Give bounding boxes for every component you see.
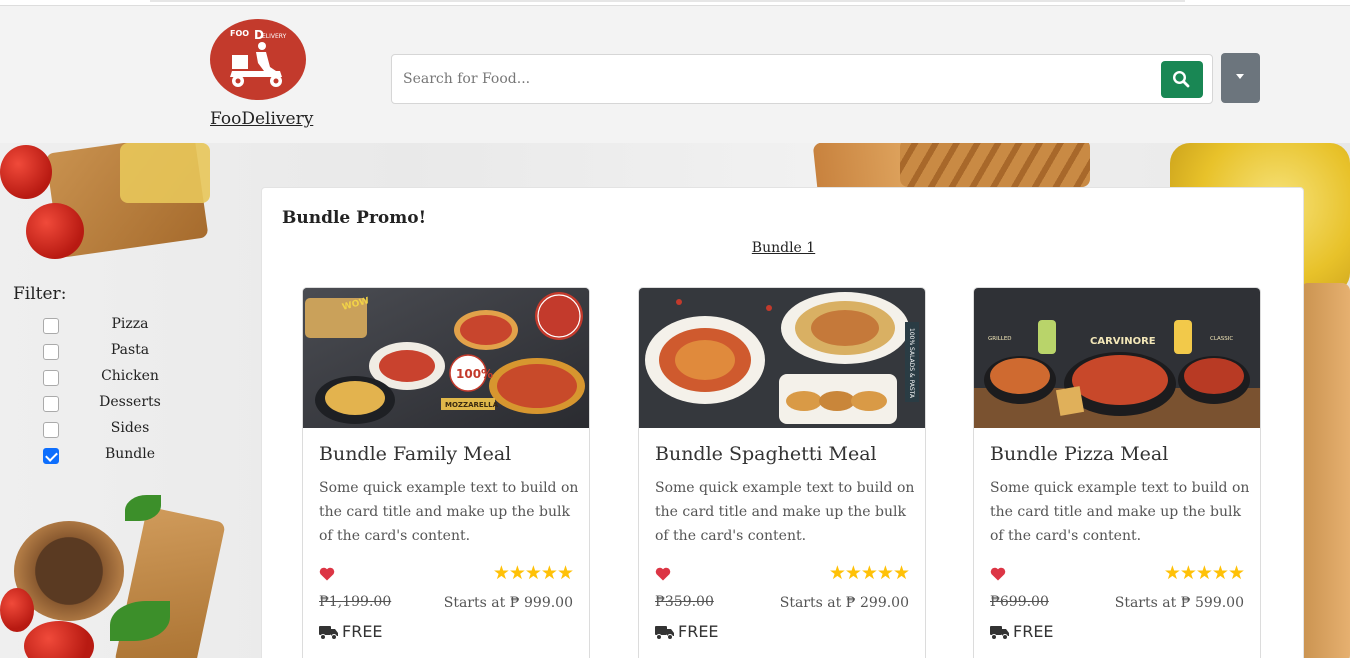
card-description: Some quick example text to build on the … bbox=[319, 480, 579, 544]
top-divider bbox=[150, 0, 1185, 2]
card-description: Some quick example text to build on the … bbox=[655, 480, 915, 544]
star-rating: ★★★★★ bbox=[492, 562, 574, 584]
family-meal-image: WOW 100% MOZZARELLA bbox=[303, 288, 589, 428]
product-card-family-meal[interactable]: WOW 100% MOZZARELLA Bundle Family Meal S… bbox=[302, 287, 590, 658]
star-rating: ★★★★★ bbox=[828, 562, 910, 584]
card-title: Bundle Pizza Meal bbox=[990, 443, 1169, 465]
filter-item-bundle[interactable]: Bundle bbox=[43, 445, 203, 467]
page-title: Bundle Promo! bbox=[282, 208, 427, 228]
svg-text:100%: 100% bbox=[456, 367, 493, 381]
search-input[interactable] bbox=[392, 55, 1152, 103]
svg-text:ELIVERY: ELIVERY bbox=[262, 33, 287, 40]
starting-price: Starts at ₱ 999.00 bbox=[443, 595, 573, 611]
product-card-pizza-meal[interactable]: CARVINORE GRILLED CLASSIC Bundle Pizza M… bbox=[973, 287, 1261, 658]
delivery-label: FREE bbox=[342, 622, 383, 641]
brand-logo[interactable]: FOO D ELIVERY bbox=[210, 19, 306, 100]
svg-text:MOZZARELLA: MOZZARELLA bbox=[445, 401, 499, 409]
filter-item-sides[interactable]: Sides bbox=[43, 419, 203, 441]
delivery-fee: FREE bbox=[319, 622, 383, 641]
card-description: Some quick example text to build on the … bbox=[990, 480, 1250, 544]
bundle-subtitle-link[interactable]: Bundle 1 bbox=[262, 240, 1305, 256]
site-header: FOO D ELIVERY FooDelivery bbox=[0, 6, 1350, 143]
heart-icon[interactable] bbox=[655, 566, 671, 585]
star-rating: ★★★★★ bbox=[1163, 562, 1245, 584]
truck-icon bbox=[990, 626, 1009, 640]
svg-text:GRILLED: GRILLED bbox=[988, 336, 1012, 342]
delivery-fee: FREE bbox=[990, 622, 1054, 641]
starting-price: Starts at ₱ 599.00 bbox=[1114, 595, 1244, 611]
pizza-meal-image: CARVINORE GRILLED CLASSIC bbox=[974, 288, 1260, 428]
original-price: ₱1,199.00 bbox=[319, 594, 392, 610]
delivery-label: FREE bbox=[678, 622, 719, 641]
filter-label: Pizza bbox=[111, 316, 149, 332]
heart-icon[interactable] bbox=[990, 566, 1006, 585]
search-button[interactable] bbox=[1161, 61, 1203, 98]
brand-name[interactable]: FooDelivery bbox=[210, 109, 313, 129]
product-card-spaghetti-meal[interactable]: 100% SALADS & PASTA Bundle Spaghetti Mea… bbox=[638, 287, 926, 658]
filter-item-chicken[interactable]: Chicken bbox=[43, 367, 203, 389]
heart-icon[interactable] bbox=[319, 566, 335, 585]
search-bar bbox=[391, 54, 1213, 104]
filter-item-pasta[interactable]: Pasta bbox=[43, 341, 203, 363]
svg-text:100% SALADS & PASTA: 100% SALADS & PASTA bbox=[908, 328, 915, 399]
spaghetti-meal-image: 100% SALADS & PASTA bbox=[639, 288, 925, 428]
filter-title: Filter: bbox=[13, 284, 67, 304]
filter-item-desserts[interactable]: Desserts bbox=[43, 393, 203, 415]
filter-label: Chicken bbox=[101, 368, 159, 384]
starting-price: Starts at ₱ 299.00 bbox=[779, 595, 909, 611]
filter-item-pizza[interactable]: Pizza bbox=[43, 315, 203, 337]
bundle-promo-panel: Bundle Promo! Bundle 1 WOW 100% MOZZAREL… bbox=[261, 187, 1304, 658]
svg-text:FOO: FOO bbox=[230, 29, 249, 38]
truck-icon bbox=[655, 626, 674, 640]
filter-label: Desserts bbox=[99, 394, 161, 410]
caret-down-icon bbox=[1236, 74, 1244, 79]
truck-icon bbox=[319, 626, 338, 640]
original-price: ₱699.00 bbox=[990, 594, 1049, 610]
svg-text:CLASSIC: CLASSIC bbox=[1210, 336, 1233, 342]
dropdown-toggle-button[interactable] bbox=[1221, 53, 1260, 103]
search-icon bbox=[1172, 70, 1190, 88]
filter-label: Bundle bbox=[104, 446, 156, 462]
filter-label: Pasta bbox=[110, 342, 150, 358]
original-price: ₱359.00 bbox=[655, 594, 714, 610]
svg-text:CARVINORE: CARVINORE bbox=[1090, 336, 1156, 347]
filter-label: Sides bbox=[110, 420, 150, 436]
card-title: Bundle Family Meal bbox=[319, 443, 512, 465]
filter-sidebar: Filter: Pizza Pasta Chicken Desserts Sid… bbox=[0, 143, 205, 658]
delivery-label: FREE bbox=[1013, 622, 1054, 641]
delivery-fee: FREE bbox=[655, 622, 719, 641]
card-title: Bundle Spaghetti Meal bbox=[655, 443, 877, 465]
